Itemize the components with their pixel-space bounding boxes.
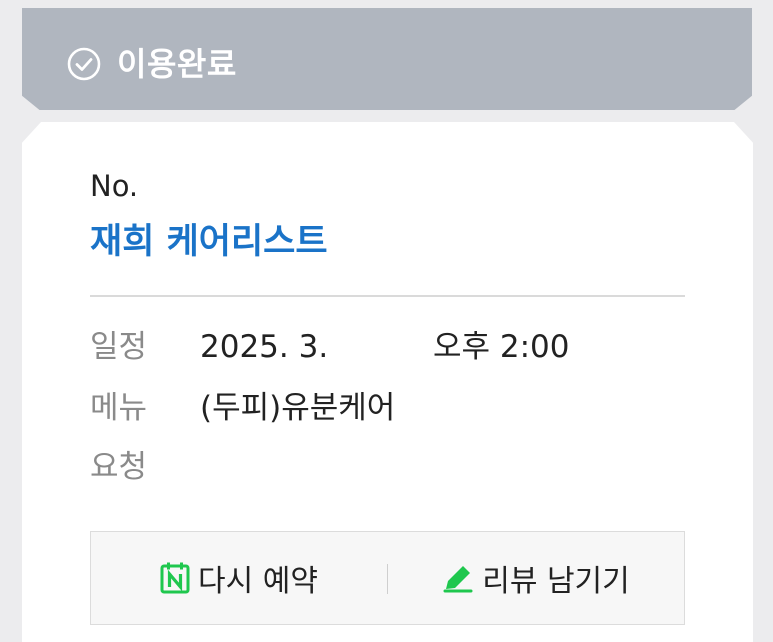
status-header: 이용완료 xyxy=(22,8,752,110)
review-label: 리뷰 남기기 xyxy=(482,564,630,599)
naver-calendar-icon xyxy=(160,562,190,594)
check-circle-icon xyxy=(67,47,101,81)
status-title: 이용완료 xyxy=(117,45,237,83)
action-bar: 다시 예약 리뷰 남기기 xyxy=(90,531,685,625)
menu-label: 메뉴 xyxy=(90,390,148,426)
schedule-label: 일정 xyxy=(90,329,148,365)
write-review-button[interactable]: 리뷰 남기기 xyxy=(388,532,684,624)
booking-number-label: No. xyxy=(90,169,139,203)
rebook-label: 다시 예약 xyxy=(198,564,318,599)
shop-name[interactable]: 재희 케어리스트 xyxy=(90,219,328,265)
rebook-button[interactable]: 다시 예약 xyxy=(91,532,387,624)
pencil-icon xyxy=(442,562,474,594)
schedule-time: 오후 2:00 xyxy=(433,329,570,365)
request-label: 요청 xyxy=(90,449,148,485)
schedule-date: 2025. 3. xyxy=(200,329,329,365)
menu-value: (두피)유분케어 xyxy=(200,390,396,426)
divider xyxy=(90,295,685,297)
booking-card: No. 재희 케어리스트 일정 2025. 3. 오후 2:00 메뉴 (두피)… xyxy=(22,122,753,642)
